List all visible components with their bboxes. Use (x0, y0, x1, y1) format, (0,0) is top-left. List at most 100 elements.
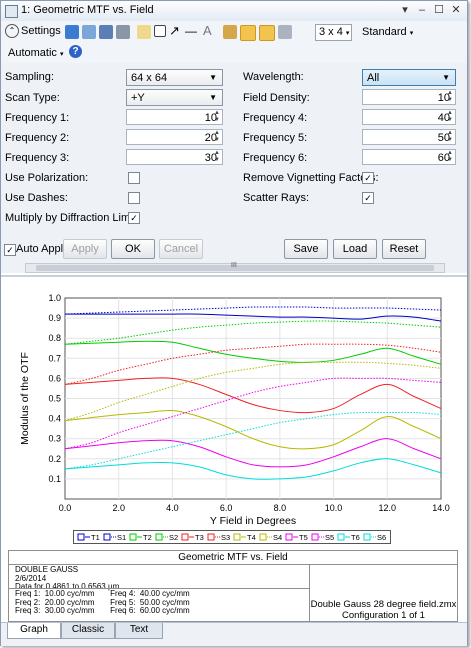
x-tick-label: 8.0 (274, 503, 287, 513)
freq3-label: Frequency 3: (5, 152, 70, 164)
standard-label: Standard (362, 26, 407, 38)
chevron-down-icon: ▼ (442, 73, 450, 82)
settings-chevron-icon[interactable]: ⌃ (5, 24, 19, 38)
tab-classic[interactable]: Classic (61, 623, 115, 639)
spinner-icon[interactable]: ▲ ▼ (447, 90, 453, 104)
settings-panel: Sampling: 64 x 64 ▼ Scan Type: +Y ▼ Freque… (1, 63, 467, 273)
close-button[interactable]: ✕ (449, 3, 463, 17)
title-bar: 1: Geometric MTF vs. Field ▾ – ☐ ✕ (1, 1, 467, 22)
save-icon[interactable] (99, 25, 113, 39)
layout-value: 3 x 4 (319, 26, 343, 38)
legend-swatch (207, 533, 215, 541)
spinner-icon[interactable]: ▲ ▼ (214, 110, 220, 124)
arrow-icon[interactable]: ↗ (169, 23, 180, 39)
chevron-down-icon: ▾ (59, 51, 64, 58)
scrollbar-thumb[interactable]: III (36, 262, 434, 271)
legend-swatch (181, 533, 189, 541)
horizontal-scrollbar[interactable]: III (25, 262, 445, 273)
pencil-icon[interactable] (137, 25, 151, 39)
lock-icon[interactable] (223, 25, 237, 39)
x-tick-label: 2.0 (112, 503, 125, 513)
chevron-down-icon: ▾ (409, 30, 414, 37)
legend-label: T3 (195, 533, 204, 542)
use-dashes-label: Use Dashes: (5, 192, 68, 204)
info-box: Geometric MTF vs. Field DOUBLE GAUSS 2/6… (8, 550, 458, 622)
standard-menu[interactable]: Standard ▾ (362, 24, 413, 40)
spinner-icon[interactable]: ▲ ▼ (214, 130, 220, 144)
scan-type-dropdown[interactable]: +Y ▼ (126, 89, 223, 106)
freq3-field[interactable]: 30 ▲ ▼ (126, 149, 223, 165)
x-tick-label: 6.0 (220, 503, 233, 513)
reset-button[interactable]: Reset (382, 239, 426, 259)
x-axis-label: Y Field in Degrees (210, 515, 296, 527)
mtf-chart: 0.0 2.0 4.0 6.0 8.0 10.0 12.0 14.0 0.1 0.2 0.3 0.4 0… (19, 293, 450, 527)
freq5-field[interactable]: 50 ▲ ▼ (362, 129, 456, 145)
line-icon[interactable]: — (185, 23, 197, 39)
copy-icon[interactable] (82, 25, 96, 39)
use-polarization-checkbox[interactable] (128, 172, 140, 184)
legend-svg: T1 S1 T2 S2 T3 S3 T4 S4 T5 S5 T6 S6 (77, 533, 386, 542)
text-icon[interactable]: A (203, 23, 212, 39)
layout-dropdown[interactable]: 3 x 4 ▾ (315, 24, 352, 41)
use-dashes-checkbox[interactable] (128, 192, 140, 204)
wavelength-dropdown[interactable]: All ▼ (362, 69, 456, 86)
y-tick-label: 0.9 (48, 313, 61, 323)
pin-button[interactable]: ▾ (398, 3, 412, 17)
freq6-field[interactable]: 60 ▲ ▼ (362, 149, 456, 165)
cancel-button[interactable]: Cancel (159, 239, 203, 259)
save-button[interactable]: Save (284, 239, 328, 259)
freq2-field[interactable]: 20 ▲ ▼ (126, 129, 223, 145)
freq1-field[interactable]: 10 ▲ ▼ (126, 109, 223, 125)
minimize-button[interactable]: – (415, 3, 429, 17)
layers-icon[interactable] (278, 25, 292, 39)
remove-vignetting-checkbox[interactable]: ✓ (362, 172, 374, 184)
field-density-field[interactable]: 10 ▲ ▼ (362, 89, 456, 105)
maximize-button[interactable]: ☐ (432, 3, 446, 17)
use-polarization-label: Use Polarization: (5, 172, 89, 184)
tab-graph[interactable]: Graph (7, 623, 61, 639)
legend-swatch (129, 533, 137, 541)
scan-type-label: Scan Type: (5, 92, 60, 104)
settings-button[interactable]: Settings (21, 23, 61, 39)
apply-button[interactable]: Apply (63, 239, 107, 259)
mtf-window: 1: Geometric MTF vs. Field ▾ – ☐ ✕ ⌃ Set… (0, 0, 468, 646)
legend-swatch (363, 533, 371, 541)
legend-label: T4 (247, 533, 256, 542)
y-axis-label: Modulus of the OTF (19, 352, 31, 445)
legend-label: T6 (351, 533, 360, 542)
spinner-icon[interactable]: ▲ ▼ (447, 130, 453, 144)
spinner-icon[interactable]: ▲ ▼ (447, 150, 453, 164)
spinner-icon[interactable]: ▲ ▼ (214, 150, 220, 164)
legend-label: S3 (221, 533, 230, 542)
refresh-icon[interactable] (65, 25, 79, 39)
legend-label: S6 (377, 533, 386, 542)
y-tick-label: 0.3 (48, 434, 61, 444)
x-tick-label: 12.0 (379, 503, 397, 513)
info-configuration: Configuration 1 of 1 (342, 610, 425, 621)
freq2-label: Frequency 2: (5, 132, 70, 144)
scatter-rays-checkbox[interactable]: ✓ (362, 192, 374, 204)
sampling-dropdown[interactable]: 64 x 64 ▼ (126, 69, 223, 86)
auto-apply-checkbox[interactable]: ✓ (4, 244, 16, 256)
automatic-menu[interactable]: Automatic ▾ (8, 45, 64, 61)
info-filename: Double Gauss 28 degree field.zmx (310, 599, 457, 610)
freq4-label: Frequency 4: (243, 112, 308, 124)
fit-icon[interactable] (259, 25, 275, 41)
window-title: 1: Geometric MTF vs. Field (21, 4, 154, 16)
spinner-icon[interactable]: ▲ ▼ (447, 110, 453, 124)
rectangle-icon[interactable] (154, 25, 166, 37)
x-tick-label: 4.0 (166, 503, 179, 513)
tab-text[interactable]: Text (115, 623, 163, 639)
freq1-label: Frequency 1: (5, 112, 70, 124)
help-icon[interactable]: ? (69, 45, 82, 58)
grid-icon[interactable] (240, 25, 256, 41)
wavelength-value: All (367, 72, 380, 84)
ok-button[interactable]: OK (111, 239, 155, 259)
multiply-diffraction-checkbox[interactable]: ✓ (128, 212, 140, 224)
freq4-field[interactable]: 40 ▲ ▼ (362, 109, 456, 125)
multiply-diffraction-label: Multiply by Diffraction Limit: (5, 212, 139, 224)
app-icon (5, 5, 18, 18)
load-button[interactable]: Load (333, 239, 377, 259)
legend-label: T5 (299, 533, 308, 542)
print-icon[interactable] (116, 25, 130, 39)
